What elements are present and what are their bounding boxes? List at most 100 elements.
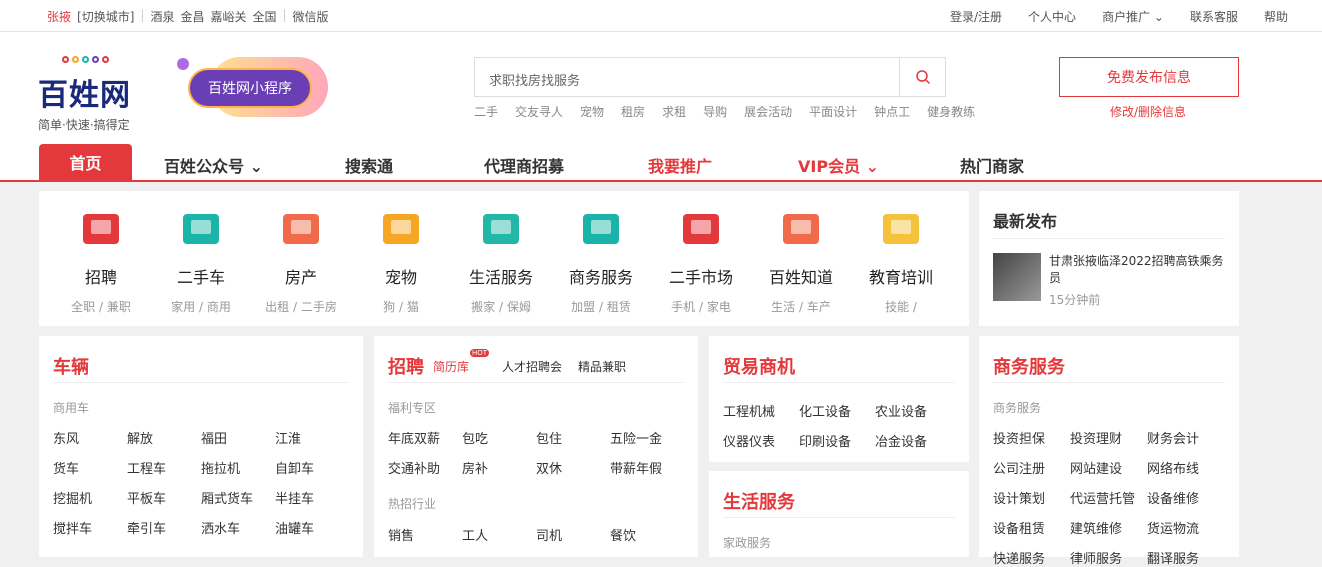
vehicle-link[interactable]: 厢式货车 xyxy=(201,488,253,507)
nav-hot-merchants[interactable]: 热门商家 xyxy=(960,153,1024,177)
category-item[interactable]: 二手市场 手机 / 家电 xyxy=(651,190,751,315)
category-item[interactable]: 教育培训 技能 / xyxy=(851,190,951,315)
biz-link[interactable]: 财务会计 xyxy=(1147,428,1199,447)
vehicle-link[interactable]: 牵引车 xyxy=(127,518,166,537)
biz-link[interactable]: 律师服务 xyxy=(1070,548,1122,567)
vehicle-link[interactable]: 拖拉机 xyxy=(201,458,240,477)
vehicle-link[interactable]: 解放 xyxy=(127,428,153,447)
job-tag[interactable]: 人才招聘会 xyxy=(502,358,562,375)
trade-link[interactable]: 印刷设备 xyxy=(799,431,851,450)
biz-link[interactable]: 设计策划 xyxy=(993,488,1045,507)
nav-promote[interactable]: 我要推广 xyxy=(648,153,712,177)
city-link[interactable]: 嘉峪关 xyxy=(210,8,246,25)
nav-home[interactable]: 首页 xyxy=(39,144,132,180)
job-link[interactable]: 年底双薪 xyxy=(388,428,440,447)
vehicle-link[interactable]: 半挂车 xyxy=(275,488,314,507)
user-center-link[interactable]: 个人中心 xyxy=(1028,8,1076,25)
search-button[interactable] xyxy=(899,58,945,96)
hot-link[interactable]: 健身教练 xyxy=(927,103,975,120)
login-link[interactable]: 登录/注册 xyxy=(950,8,1002,25)
vehicle-link[interactable]: 油罐车 xyxy=(275,518,314,537)
merchant-promo-menu[interactable]: 商户推广 ⌄ xyxy=(1102,8,1164,25)
nav-search[interactable]: 搜索通 xyxy=(345,153,393,177)
hot-link[interactable]: 租房 xyxy=(621,103,645,120)
category-item[interactable]: 房产 出租 / 二手房 xyxy=(251,190,351,315)
category-item[interactable]: 宠物狗 / 猫 xyxy=(351,190,451,315)
biz-link[interactable]: 代运营托管 xyxy=(1070,488,1135,507)
edit-delete-link[interactable]: 修改/删除信息 xyxy=(1110,103,1186,120)
hot-link[interactable]: 导购 xyxy=(703,103,727,120)
vehicle-link[interactable]: 挖掘机 xyxy=(53,488,92,507)
job-link[interactable]: 包吃 xyxy=(462,428,488,447)
category-item[interactable]: 百姓知道 生活 / 车产 xyxy=(751,190,851,315)
category-item[interactable]: 二手车 家用 / 商用 xyxy=(151,190,251,315)
biz-link[interactable]: 翻译服务 xyxy=(1147,548,1199,567)
category-item[interactable]: 商务服务 加盟 / 租赁 xyxy=(551,190,651,315)
latest-thumbnail[interactable] xyxy=(993,253,1041,301)
hot-link[interactable]: 二手 xyxy=(474,103,498,120)
trade-link[interactable]: 化工设备 xyxy=(799,401,851,420)
switch-city-link[interactable]: [切换城市] xyxy=(77,8,134,25)
latest-item[interactable]: 甘肃张掖临泽2022招聘高铁乘务员 xyxy=(1049,253,1229,287)
job-link[interactable]: 餐饮 xyxy=(610,525,636,544)
biz-link[interactable]: 网络布线 xyxy=(1147,458,1199,477)
hot-link[interactable]: 平面设计 xyxy=(809,103,857,120)
trade-title[interactable]: 贸易商机 xyxy=(723,353,795,379)
hot-link[interactable]: 交友寻人 xyxy=(515,103,563,120)
job-link[interactable]: 包住 xyxy=(536,428,562,447)
vehicle-link[interactable]: 东风 xyxy=(53,428,79,447)
category-item[interactable]: 招聘 全职 / 兼职 xyxy=(51,190,151,315)
job-link[interactable]: 销售 xyxy=(388,525,414,544)
job-link[interactable]: 五险一金 xyxy=(610,428,662,447)
biz-title[interactable]: 商务服务 xyxy=(993,353,1065,379)
biz-link[interactable]: 网站建设 xyxy=(1070,458,1122,477)
contact-link[interactable]: 联系客服 xyxy=(1190,8,1238,25)
job-tag[interactable]: 简历库 xyxy=(433,358,469,375)
vehicle-link[interactable]: 福田 xyxy=(201,428,227,447)
vehicle-link[interactable]: 货车 xyxy=(53,458,79,477)
nav-agent[interactable]: 代理商招募 xyxy=(484,153,564,177)
biz-link[interactable]: 投资担保 xyxy=(993,428,1045,447)
vehicle-title[interactable]: 车辆 xyxy=(53,353,89,379)
job-link[interactable]: 双休 xyxy=(536,458,562,477)
job-link[interactable]: 工人 xyxy=(462,525,488,544)
hot-link[interactable]: 展会活动 xyxy=(744,103,792,120)
city-link[interactable]: 金昌 xyxy=(180,8,204,25)
biz-link[interactable]: 公司注册 xyxy=(993,458,1045,477)
logo[interactable]: 百姓网 简单·快速·搞得定 xyxy=(38,70,131,133)
biz-link[interactable]: 设备维修 xyxy=(1147,488,1199,507)
help-link[interactable]: 帮助 xyxy=(1264,8,1288,25)
mini-program-button[interactable]: 百姓网小程序 xyxy=(190,70,310,106)
hot-link[interactable]: 钟点工 xyxy=(874,103,910,120)
life-title[interactable]: 生活服务 xyxy=(723,488,795,514)
vehicle-link[interactable]: 自卸车 xyxy=(275,458,314,477)
biz-link[interactable]: 投资理财 xyxy=(1070,428,1122,447)
biz-link[interactable]: 货运物流 xyxy=(1147,518,1199,537)
city-link[interactable]: 全国 xyxy=(252,8,276,25)
nav-official-account[interactable]: 百姓公众号 ⌄ xyxy=(164,153,263,177)
publish-button[interactable]: 免费发布信息 xyxy=(1059,57,1239,97)
trade-link[interactable]: 农业设备 xyxy=(875,401,927,420)
biz-link[interactable]: 快递服务 xyxy=(993,548,1045,567)
job-link[interactable]: 带薪年假 xyxy=(610,458,662,477)
vehicle-link[interactable]: 工程车 xyxy=(127,458,166,477)
biz-link[interactable]: 建筑维修 xyxy=(1070,518,1122,537)
current-city[interactable]: 张掖 xyxy=(47,8,71,25)
hot-link[interactable]: 求租 xyxy=(662,103,686,120)
search-input[interactable]: 求职找房找服务 xyxy=(489,70,580,89)
trade-link[interactable]: 冶金设备 xyxy=(875,431,927,450)
job-link[interactable]: 房补 xyxy=(462,458,488,477)
job-title[interactable]: 招聘 xyxy=(388,353,424,379)
search-box[interactable]: 求职找房找服务 xyxy=(474,57,946,97)
hot-link[interactable]: 宠物 xyxy=(580,103,604,120)
biz-link[interactable]: 设备租赁 xyxy=(993,518,1045,537)
vehicle-link[interactable]: 江淮 xyxy=(275,428,301,447)
job-link[interactable]: 交通补助 xyxy=(388,458,440,477)
trade-link[interactable]: 工程机械 xyxy=(723,401,775,420)
vehicle-link[interactable]: 搅拌车 xyxy=(53,518,92,537)
wechat-link[interactable]: 微信版 xyxy=(293,8,329,25)
trade-link[interactable]: 仪器仪表 xyxy=(723,431,775,450)
vehicle-link[interactable]: 平板车 xyxy=(127,488,166,507)
job-link[interactable]: 司机 xyxy=(536,525,562,544)
vehicle-link[interactable]: 洒水车 xyxy=(201,518,240,537)
